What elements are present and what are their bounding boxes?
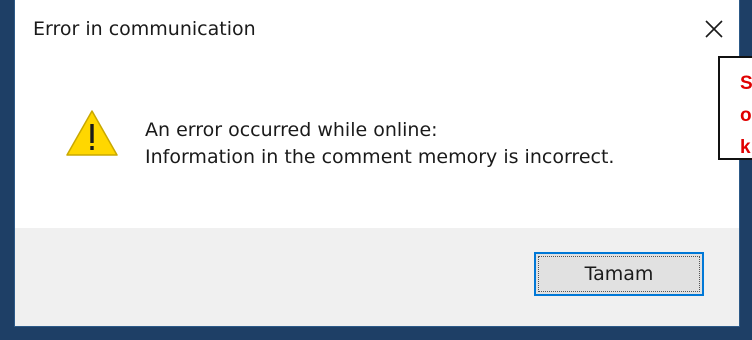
error-message: An error occurred while online: Informat… (145, 117, 614, 171)
annotation-note: S o k (718, 56, 752, 160)
annotation-note-line-2: o (740, 105, 752, 126)
error-message-line-1: An error occurred while online: (145, 119, 438, 141)
desktop-background: Error in communication An error occurred… (0, 0, 752, 340)
dialog-footer: Tamam (15, 228, 739, 326)
warning-icon (66, 110, 118, 156)
ok-button[interactable]: Tamam (534, 252, 704, 296)
error-message-line-2: Information in the comment memory is inc… (145, 146, 615, 168)
annotation-note-line-3: k (740, 137, 751, 158)
dialog-content: An error occurred while online: Informat… (15, 62, 739, 228)
annotation-note-line-1: S (740, 73, 752, 94)
close-icon (705, 20, 723, 38)
error-dialog: Error in communication An error occurred… (14, 0, 740, 327)
close-button[interactable] (689, 6, 739, 52)
dialog-title: Error in communication (33, 18, 256, 40)
dialog-titlebar: Error in communication (15, 0, 739, 62)
